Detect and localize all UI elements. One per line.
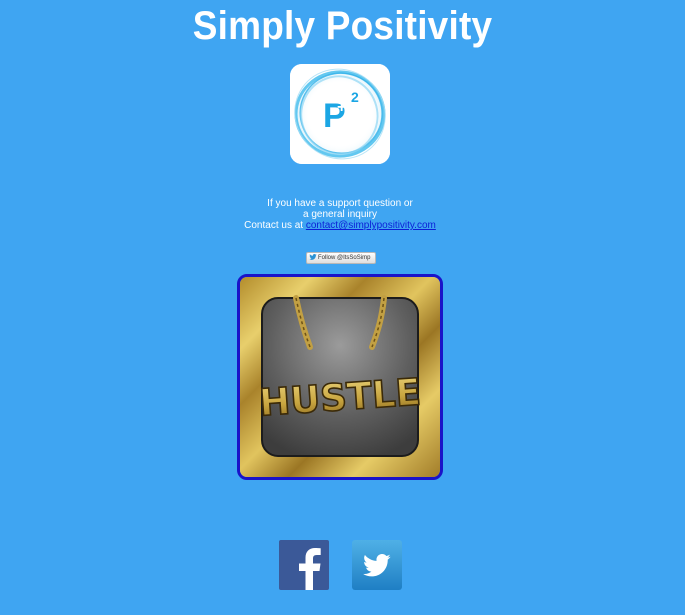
facebook-link[interactable] (279, 540, 329, 590)
logo-graphic: P + 2 (290, 64, 390, 164)
hustle-app-image: HUSTLE (237, 274, 443, 480)
app-logo: P + 2 (290, 64, 390, 164)
facebook-icon (279, 540, 329, 590)
support-line-1: If you have a support question or (267, 198, 413, 209)
support-line-2: a general inquiry (303, 209, 377, 220)
hustle-graphic: HUSTLE (240, 277, 440, 477)
support-line-3: Contact us at contact@simplypositivity.c… (0, 220, 680, 231)
contact-email-link[interactable]: contact@simplypositivity.com (306, 220, 436, 231)
site-title: Simply Positivity (192, 3, 493, 48)
support-text: If you have a support question or a gene… (0, 198, 680, 231)
twitter-bird-icon (309, 254, 317, 261)
twitter-link[interactable] (352, 540, 402, 590)
logo-plus: + (337, 99, 346, 116)
twitter-follow-label: Follow @ItsSoSimp (318, 255, 371, 261)
logo-superscript: 2 (351, 89, 359, 105)
twitter-follow-button[interactable]: Follow @ItsSoSimp (306, 252, 376, 264)
contact-prefix: Contact us at (244, 220, 304, 231)
twitter-icon (352, 540, 402, 590)
